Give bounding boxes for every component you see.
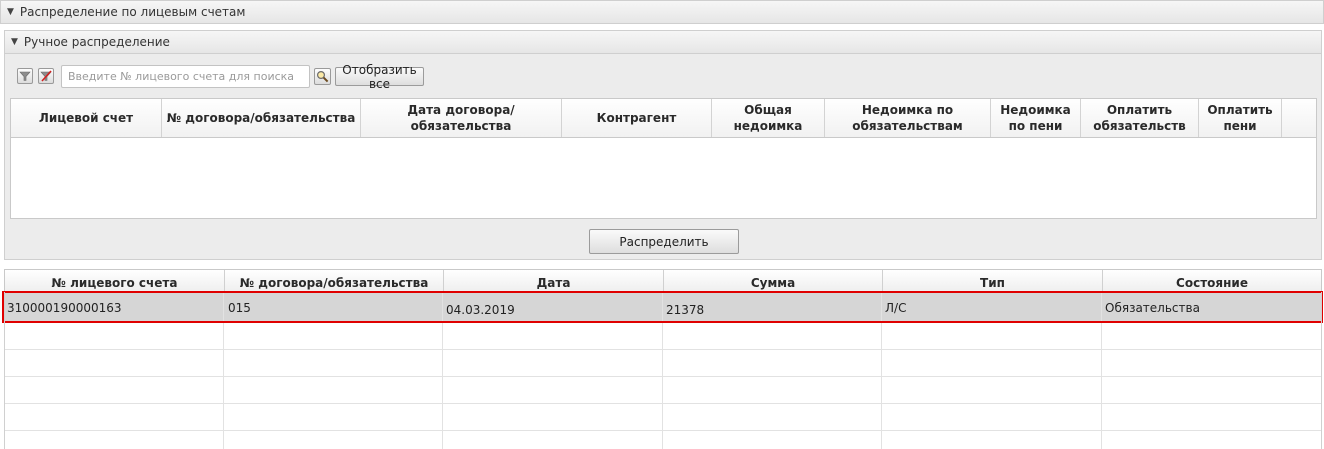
col-total-arrears[interactable]: Общая недоимка — [712, 99, 825, 137]
filter-button[interactable] — [17, 68, 33, 84]
col-account-number[interactable]: № лицевого счета — [5, 270, 225, 291]
empty-row — [4, 431, 1322, 449]
empty-row — [4, 323, 1322, 350]
search-button[interactable] — [314, 68, 331, 85]
col-sum[interactable]: Сумма — [664, 270, 883, 291]
col-arrears-obligations[interactable]: Недоимка по обязательствам — [825, 99, 991, 137]
col-account[interactable]: Лицевой счет — [11, 99, 162, 137]
manual-panel-header[interactable]: ▼ Ручное распределение — [4, 30, 1322, 54]
col-counterparty[interactable]: Контрагент — [562, 99, 712, 137]
manual-panel-title: Ручное распределение — [23, 35, 170, 49]
manual-table-header: Лицевой счет № договора/обязательства Да… — [10, 98, 1317, 138]
empty-row — [4, 350, 1322, 377]
col-type[interactable]: Тип — [883, 270, 1103, 291]
col-filler — [1282, 99, 1316, 137]
col-contract-date[interactable]: Дата договора/обязательства — [361, 99, 562, 137]
empty-row — [4, 404, 1322, 431]
distribute-button[interactable]: Распределить — [589, 229, 739, 254]
col-arrears-penalty[interactable]: Недоимка по пени — [991, 99, 1081, 137]
outer-panel-header[interactable]: ▼ Распределение по лицевым счетам — [0, 0, 1324, 24]
col-pay-penalty[interactable]: Оплатить пени — [1199, 99, 1282, 137]
show-all-button[interactable]: Отобразить все — [335, 63, 424, 91]
results-table-header: № лицевого счета № договора/обязательств… — [4, 269, 1322, 292]
clear-filter-icon — [40, 70, 52, 82]
selection-highlight — [2, 291, 1323, 323]
account-search-input[interactable] — [61, 65, 310, 88]
col-date[interactable]: Дата — [444, 270, 664, 291]
outer-panel-title: Распределение по лицевым счетам — [19, 5, 246, 19]
collapse-triangle-icon[interactable]: ▼ — [11, 37, 18, 47]
col-pay-obligations[interactable]: Оплатить обязательств — [1081, 99, 1199, 137]
empty-row — [4, 377, 1322, 404]
col-contract-number[interactable]: № договора/обязательства — [225, 270, 444, 291]
col-state[interactable]: Состояние — [1103, 270, 1321, 291]
results-table-right-border — [1321, 292, 1322, 449]
collapse-triangle-icon[interactable]: ▼ — [7, 7, 14, 17]
search-magnifier-icon — [316, 70, 329, 83]
results-table-left-border — [4, 292, 5, 449]
clear-filter-button[interactable] — [38, 68, 54, 84]
filter-icon — [19, 71, 31, 81]
col-contract-number[interactable]: № договора/обязательства — [162, 99, 361, 137]
